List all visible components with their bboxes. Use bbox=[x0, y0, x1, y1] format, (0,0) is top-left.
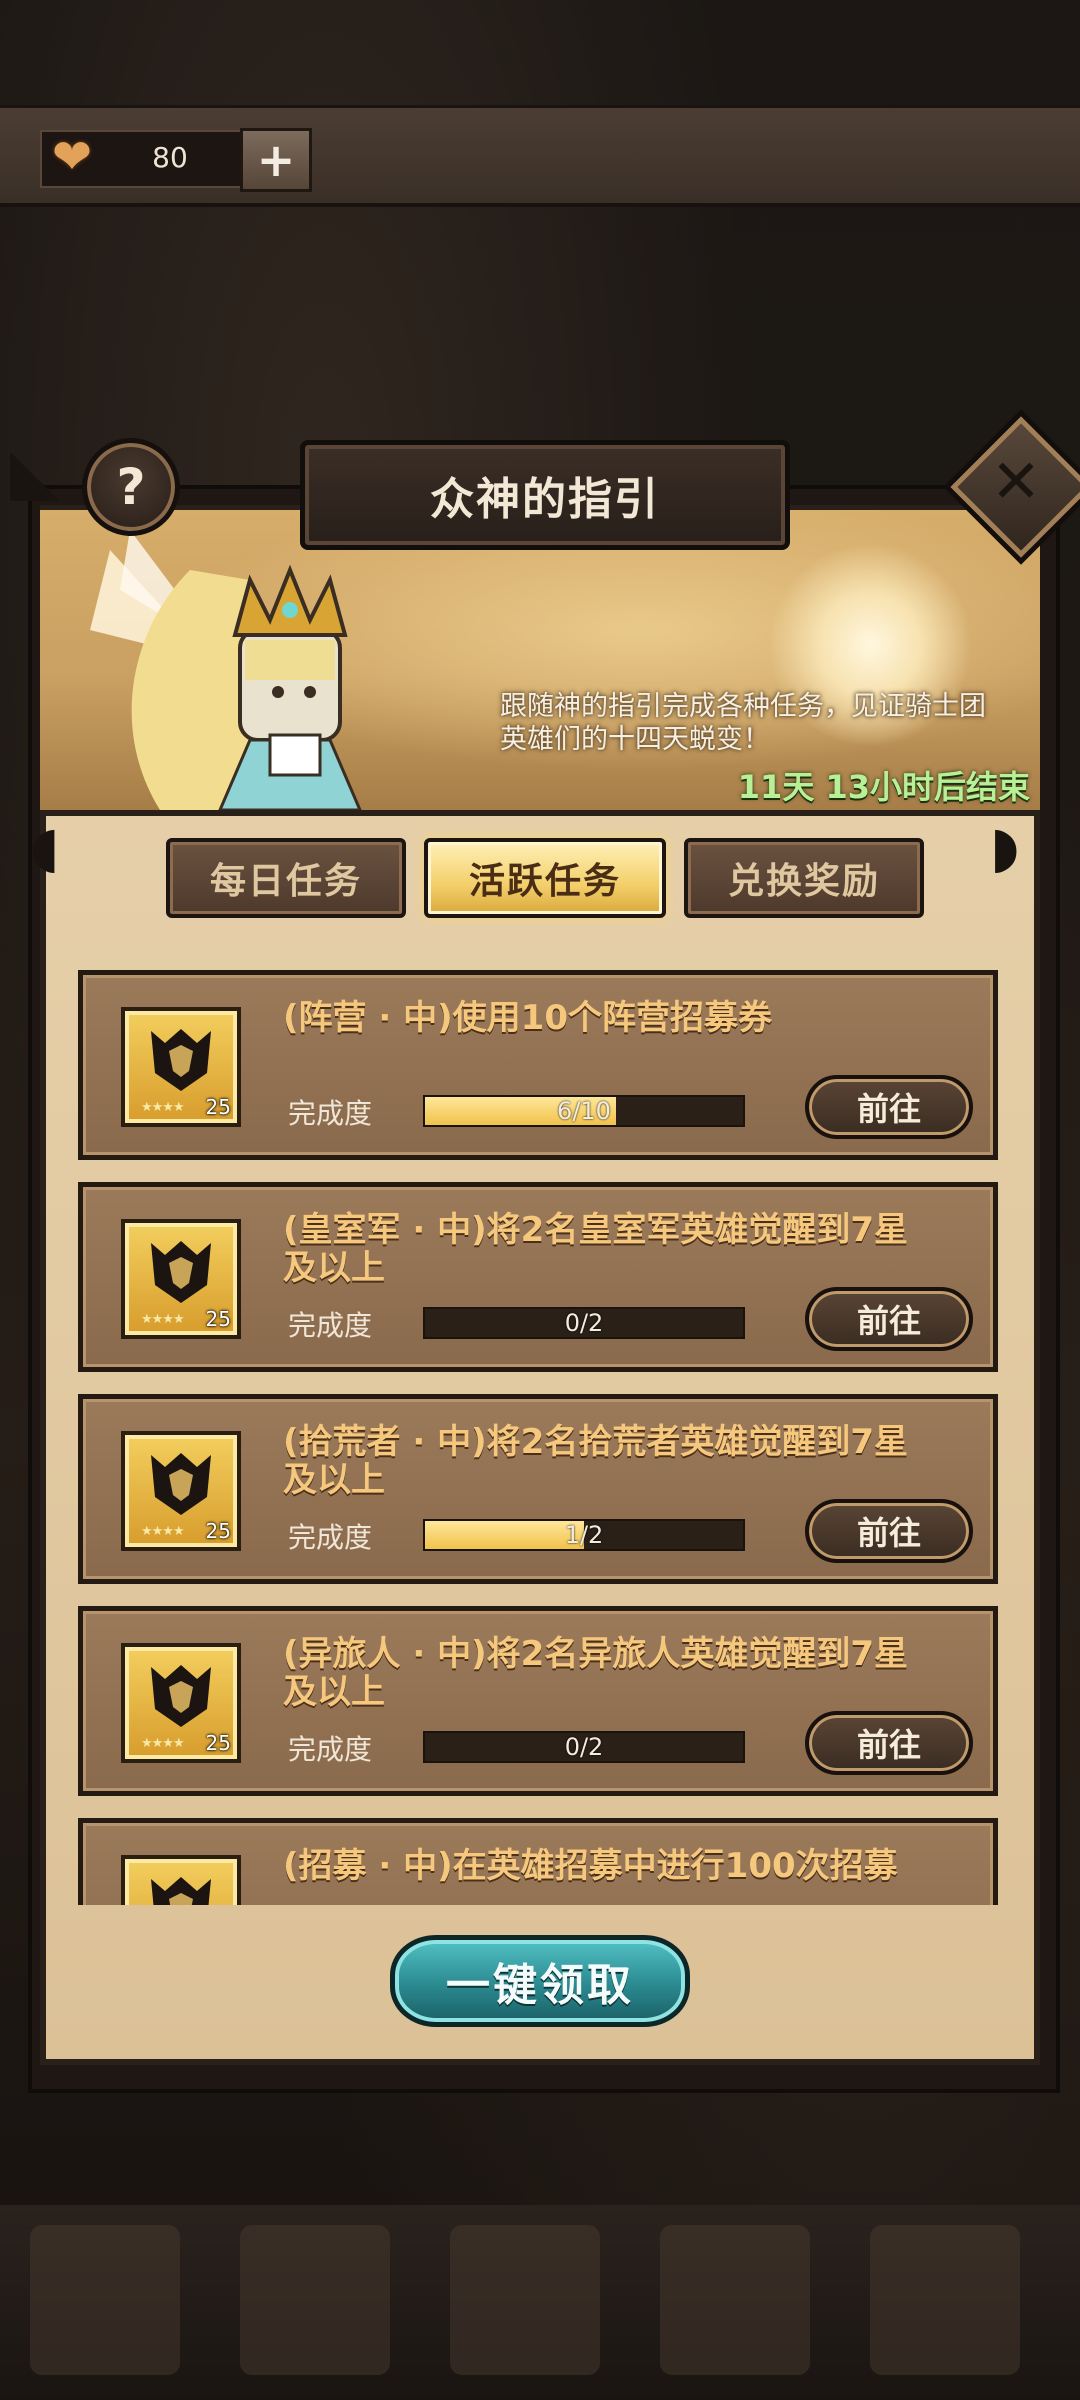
progress-text: 0/2 bbox=[564, 1733, 604, 1761]
progress-bar: 1/2 bbox=[423, 1519, 745, 1551]
go-button[interactable]: 前往 bbox=[805, 1287, 973, 1351]
event-description-line: 英雄们的十四天蜕变！ bbox=[500, 724, 770, 755]
progress-label: 完成度 bbox=[288, 1309, 373, 1342]
nav-slot bbox=[30, 2225, 180, 2375]
reward-count: 25 bbox=[205, 1731, 231, 1755]
go-button[interactable]: 前往 bbox=[805, 1499, 973, 1563]
help-button[interactable]: ? bbox=[82, 438, 180, 536]
quest-title: (阵营 · 中)使用10个阵营招募券 bbox=[283, 998, 772, 1038]
heart-value: 80 bbox=[152, 141, 188, 174]
reward-count: 25 bbox=[205, 1307, 231, 1331]
goddess-hero-illustration bbox=[90, 530, 362, 810]
rarity-stars-icon: ★★★★ bbox=[141, 1736, 185, 1751]
close-icon[interactable]: ✕ bbox=[966, 432, 1066, 532]
faction-emblem-icon bbox=[151, 1665, 211, 1727]
reward-count: 25 bbox=[205, 1519, 231, 1543]
quest-card: (招募 · 中)在英雄招募中进行100次招募 bbox=[78, 1818, 998, 1905]
reward-count: 25 bbox=[205, 1095, 231, 1119]
reward-item-icon: ★★★★ 25 bbox=[121, 1643, 241, 1763]
progress-text: 1/2 bbox=[564, 1521, 604, 1549]
progress-bar: 0/2 bbox=[423, 1731, 745, 1763]
frame-spike-decoration: ◣ bbox=[10, 435, 60, 509]
quest-card: ★★★★ 25 (拾荒者 · 中)将2名拾荒者英雄觉醒到7星及以上 完成度 1/… bbox=[78, 1394, 998, 1584]
quest-title: (异旅人 · 中)将2名异旅人英雄觉醒到7星及以上 bbox=[283, 1634, 908, 1712]
progress-bar: 0/2 bbox=[423, 1307, 745, 1339]
quest-title: (皇室军 · 中)将2名皇室军英雄觉醒到7星及以上 bbox=[283, 1210, 908, 1288]
quest-list[interactable]: ★★★★ 25 (阵营 · 中)使用10个阵营招募券 完成度 6/10 前往 ★… bbox=[70, 930, 1010, 1905]
frame-swirl-decoration: ◗ bbox=[990, 815, 1020, 880]
reward-item-icon: ★★★★ 25 bbox=[121, 1007, 241, 1127]
tab-exchange-rewards[interactable]: 兑换奖励 bbox=[684, 838, 924, 918]
progress-label: 完成度 bbox=[288, 1097, 373, 1130]
add-hearts-button[interactable]: + bbox=[240, 128, 312, 192]
claim-all-button[interactable]: 一键领取 bbox=[390, 1935, 690, 2027]
faction-emblem-icon bbox=[151, 1877, 211, 1905]
faction-emblem-icon bbox=[151, 1453, 211, 1515]
quest-card: ★★★★ 25 (皇室军 · 中)将2名皇室军英雄觉醒到7星及以上 完成度 0/… bbox=[78, 1182, 998, 1372]
tab-daily-tasks[interactable]: 每日任务 bbox=[166, 838, 406, 918]
tab-active-tasks[interactable]: 活跃任务 bbox=[424, 838, 666, 918]
nav-slot bbox=[870, 2225, 1020, 2375]
quest-card: ★★★★ 25 (异旅人 · 中)将2名异旅人英雄觉醒到7星及以上 完成度 0/… bbox=[78, 1606, 998, 1796]
reward-item-icon: ★★★★ 25 bbox=[121, 1431, 241, 1551]
quest-title: (招募 · 中)在英雄招募中进行100次招募 bbox=[283, 1846, 898, 1886]
heart-icon: ❤ bbox=[51, 129, 93, 185]
go-button[interactable]: 前往 bbox=[805, 1075, 973, 1139]
frame-swirl-decoration: ◖ bbox=[30, 815, 60, 880]
nav-slot bbox=[240, 2225, 390, 2375]
progress-bar: 6/10 bbox=[423, 1095, 745, 1127]
reward-item-icon bbox=[121, 1855, 241, 1905]
event-description: 跟随神的指引完成各种任务，见证骑士团 英雄们的十四天蜕变！ bbox=[500, 690, 1040, 760]
quest-card: ★★★★ 25 (阵营 · 中)使用10个阵营招募券 完成度 6/10 前往 bbox=[78, 970, 998, 1160]
panel-title: 众神的指引 bbox=[300, 440, 790, 550]
progress-label: 完成度 bbox=[288, 1733, 373, 1766]
faction-emblem-icon bbox=[151, 1029, 211, 1091]
event-description-line: 跟随神的指引完成各种任务，见证骑士团 bbox=[500, 691, 986, 722]
progress-text: 6/10 bbox=[557, 1097, 611, 1125]
quest-title: (拾荒者 · 中)将2名拾荒者英雄觉醒到7星及以上 bbox=[283, 1422, 908, 1500]
go-button[interactable]: 前往 bbox=[805, 1711, 973, 1775]
rarity-stars-icon: ★★★★ bbox=[141, 1100, 185, 1115]
event-countdown: 11天 13小时后结束 bbox=[737, 768, 1030, 806]
nav-slot bbox=[660, 2225, 810, 2375]
progress-label: 完成度 bbox=[288, 1521, 373, 1554]
reward-item-icon: ★★★★ 25 bbox=[121, 1219, 241, 1339]
nav-slot bbox=[450, 2225, 600, 2375]
rarity-stars-icon: ★★★★ bbox=[141, 1312, 185, 1327]
rarity-stars-icon: ★★★★ bbox=[141, 1524, 185, 1539]
faction-emblem-icon bbox=[151, 1241, 211, 1303]
progress-text: 0/2 bbox=[564, 1309, 604, 1337]
